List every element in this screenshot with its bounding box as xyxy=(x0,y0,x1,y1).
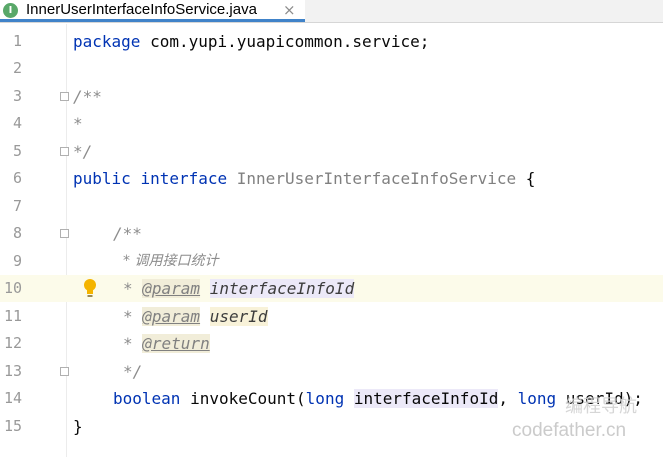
comment: * xyxy=(73,114,83,133)
keyword: package xyxy=(73,32,141,51)
code-line-10[interactable]: 10 * @param interfaceInfoId xyxy=(0,275,663,302)
line-number: 13 xyxy=(3,362,22,380)
line-number: 5 xyxy=(12,142,22,160)
javadoc-param: userId xyxy=(209,307,268,326)
line-number: 7 xyxy=(12,197,22,215)
line-number: 14 xyxy=(3,389,22,407)
comment: */ xyxy=(123,362,143,381)
comment: /** xyxy=(73,87,102,106)
code-line-14[interactable]: 14 boolean invokeCount(long interfaceInf… xyxy=(0,385,663,412)
comment-star: * xyxy=(123,334,143,353)
watermark-title: 编程导航 xyxy=(565,396,637,417)
watermark-url: codefather.cn xyxy=(512,420,627,441)
code-line-9[interactable]: 9 * 调用接口统计 xyxy=(0,248,663,275)
fold-icon[interactable] xyxy=(60,229,69,238)
javadoc-param: interfaceInfoId xyxy=(209,279,355,298)
fold-icon[interactable] xyxy=(60,92,69,101)
parameter: interfaceInfoId xyxy=(353,389,499,408)
code-line-13[interactable]: 13 */ xyxy=(0,358,663,385)
keyword: interface xyxy=(140,169,228,188)
javadoc-tag: @param xyxy=(142,279,201,298)
code-line-3[interactable]: 3 /** xyxy=(0,83,663,110)
package-name: com.yupi.yuapicommon.service; xyxy=(140,32,430,51)
code-line-12[interactable]: 12 * @return xyxy=(0,330,663,357)
code-line-2[interactable]: 2 xyxy=(0,55,663,82)
line-number: 3 xyxy=(12,87,22,105)
code-line-4[interactable]: 4 * xyxy=(0,110,663,137)
javadoc-tag: @param xyxy=(142,307,201,326)
lightbulb-icon[interactable] xyxy=(83,277,97,299)
java-interface-icon: I xyxy=(3,3,18,18)
line-number: 4 xyxy=(12,114,22,132)
method-name: invokeCount( xyxy=(180,389,306,408)
fold-icon[interactable] xyxy=(60,147,69,156)
comment-star: * xyxy=(123,307,143,326)
code-editor[interactable]: 1 package com.yupi.yuapicommon.service; … xyxy=(0,24,663,457)
tab-title: InnerUserInterfaceInfoService.java xyxy=(26,1,257,18)
separator: , xyxy=(498,389,518,408)
line-number: 10 xyxy=(3,279,22,297)
fold-icon[interactable] xyxy=(60,367,69,376)
editor-tab-bar: I InnerUserInterfaceInfoService.java × xyxy=(0,0,663,23)
interface-name: InnerUserInterfaceInfoService xyxy=(236,169,517,188)
line-number: 12 xyxy=(3,334,22,352)
line-number: 11 xyxy=(3,307,22,325)
comment: */ xyxy=(73,142,93,161)
keyword: public xyxy=(73,169,131,188)
line-number: 2 xyxy=(12,59,22,77)
code-line-6[interactable]: 6 public interface InnerUserInterfaceInf… xyxy=(0,165,663,192)
keyword: long xyxy=(305,389,345,408)
line-number: 15 xyxy=(3,417,22,435)
code-line-8[interactable]: 8 /** xyxy=(0,220,663,247)
code-line-11[interactable]: 11 * @param userId xyxy=(0,303,663,330)
brace: { xyxy=(516,169,536,188)
javadoc-tag: @return xyxy=(142,334,210,353)
comment: * 调用接口统计 xyxy=(123,253,219,269)
keyword: long xyxy=(517,389,557,408)
comment: /** xyxy=(113,224,142,243)
close-icon[interactable]: × xyxy=(283,1,296,19)
line-number: 9 xyxy=(12,252,22,270)
line-number: 6 xyxy=(12,169,22,187)
line-number: 1 xyxy=(12,32,22,50)
comment-star: * xyxy=(123,279,143,298)
tab-inner-user-interface-info-service[interactable]: I InnerUserInterfaceInfoService.java × xyxy=(0,0,305,22)
line-number: 8 xyxy=(12,224,22,242)
code-line-5[interactable]: 5 */ xyxy=(0,138,663,165)
closing-brace: } xyxy=(73,417,83,436)
code-line-1[interactable]: 1 package com.yupi.yuapicommon.service; xyxy=(0,28,663,55)
keyword: boolean xyxy=(113,389,181,408)
code-line-7[interactable]: 7 xyxy=(0,193,663,220)
